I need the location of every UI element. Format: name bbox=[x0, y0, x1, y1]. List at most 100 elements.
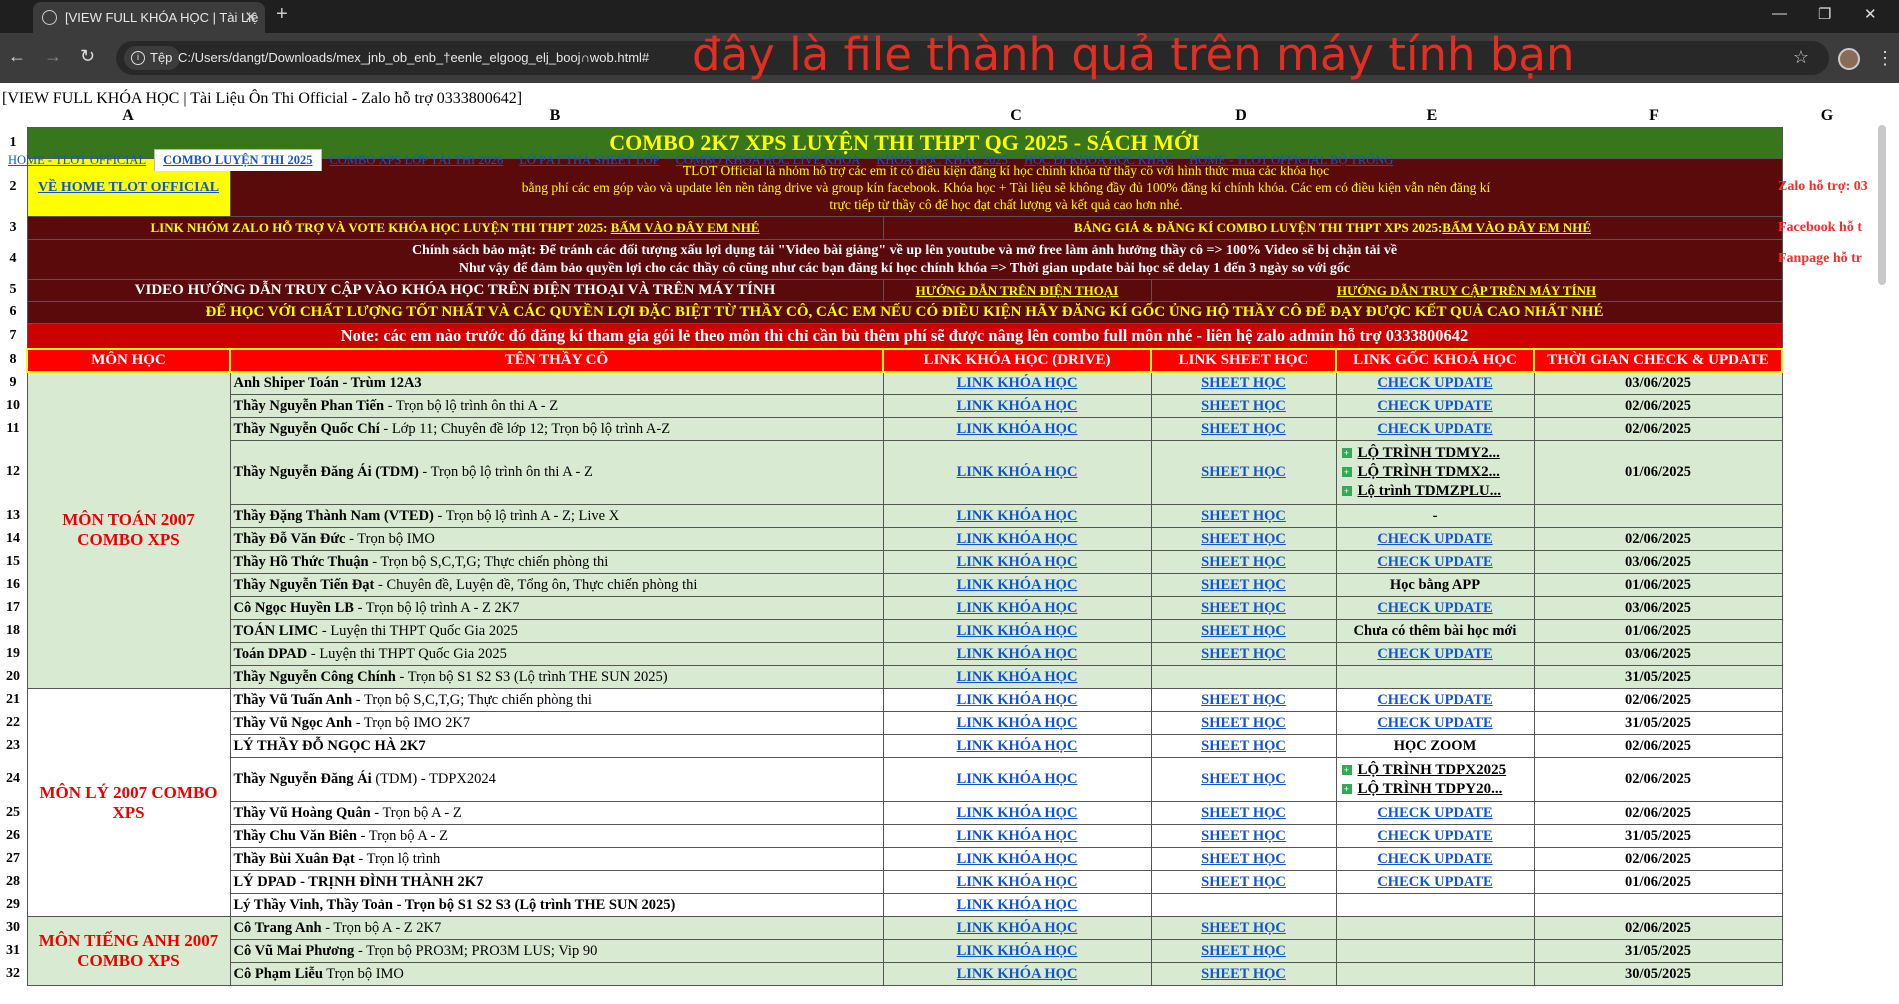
check-update-link[interactable]: CHECK UPDATE bbox=[1335, 371, 1535, 395]
course-link[interactable]: LINK KHÓA HỌC bbox=[882, 665, 1152, 689]
sheet-link[interactable]: SHEET HỌC bbox=[1150, 847, 1337, 871]
check-update-link[interactable]: CHECK UPDATE bbox=[1335, 711, 1535, 735]
course-link[interactable]: LINK KHÓA HỌC bbox=[882, 394, 1152, 418]
site-info-chip[interactable]: i Tệp bbox=[124, 46, 181, 70]
plus-icon: + bbox=[1341, 467, 1352, 477]
side-fanpage[interactable]: Fanpage hỗ tr bbox=[1778, 251, 1878, 267]
course-link[interactable]: LINK KHÓA HỌC bbox=[882, 893, 1152, 917]
course-link[interactable]: LINK KHÓA HỌC bbox=[882, 642, 1152, 666]
course-link[interactable]: LINK KHÓA HỌC bbox=[882, 870, 1152, 894]
url-text[interactable]: C:/Users/dangt/Downloads/mex_jnb_ob_enb_… bbox=[178, 50, 649, 65]
address-bar[interactable]: i Tệp C:/Users/dangt/Downloads/mex_jnb_o… bbox=[116, 41, 1829, 75]
sheet-link[interactable]: SHEET HỌC bbox=[1150, 870, 1337, 894]
minimize-icon[interactable]: — bbox=[1772, 5, 1787, 22]
back-icon[interactable]: ← bbox=[8, 46, 26, 67]
sheet-link[interactable]: SHEET HỌC bbox=[1150, 504, 1337, 528]
sheet-link[interactable]: SHEET HỌC bbox=[1150, 734, 1337, 758]
check-update-link[interactable]: CHECK UPDATE bbox=[1335, 801, 1535, 825]
sheet-link[interactable]: SHEET HỌC bbox=[1150, 642, 1337, 666]
browser-menu-icon[interactable]: ⋮ bbox=[1876, 48, 1894, 69]
sheet-tab[interactable]: HỌC ĐI KHÓA HỌC KHÁC bbox=[1016, 150, 1181, 171]
check-update-link[interactable]: CHECK UPDATE bbox=[1335, 394, 1535, 418]
forward-icon[interactable]: → bbox=[44, 46, 62, 67]
sheet-tab[interactable]: COMBO XPS LỚP TÀI THI 2026 bbox=[322, 150, 512, 171]
sheet-link[interactable]: SHEET HỌC bbox=[1150, 550, 1337, 574]
check-update-link[interactable]: CHECK UPDATE bbox=[1335, 824, 1535, 848]
course-link[interactable]: LINK KHÓA HỌC bbox=[882, 573, 1152, 597]
profile-avatar[interactable] bbox=[1838, 48, 1860, 70]
course-link[interactable]: LINK KHÓA HỌC bbox=[882, 417, 1152, 441]
sheet-link[interactable]: SHEET HỌC bbox=[1150, 916, 1337, 940]
sheet-link[interactable]: SHEET HỌC bbox=[1150, 527, 1337, 551]
check-update-link[interactable]: CHECK UPDATE bbox=[1335, 642, 1535, 666]
course-link[interactable]: LINK KHÓA HỌC bbox=[882, 504, 1152, 528]
course-link[interactable]: LINK KHÓA HỌC bbox=[882, 962, 1152, 986]
browser-tab[interactable]: [VIEW FULL KHÓA HỌC | Tài Liệ ✕ bbox=[33, 2, 265, 33]
course-link[interactable]: LINK KHÓA HỌC bbox=[882, 371, 1152, 395]
check-update-link[interactable]: CHECK UPDATE bbox=[1335, 527, 1535, 551]
course-link[interactable]: LINK KHÓA HỌC bbox=[882, 688, 1152, 712]
course-link[interactable]: LINK KHÓA HỌC bbox=[882, 550, 1152, 574]
new-tab-button[interactable]: + bbox=[276, 3, 288, 26]
check-update-link[interactable]: CHECK UPDATE bbox=[1335, 870, 1535, 894]
course-link[interactable]: LINK KHÓA HỌC bbox=[882, 916, 1152, 940]
program-chip[interactable]: + LỘ TRÌNH TDMY2... bbox=[1340, 444, 1531, 463]
sheet-tab[interactable]: HOME - TLOT OFFICIAL bbox=[0, 150, 154, 171]
program-chip[interactable]: + LỘ TRÌNH TDPY20... bbox=[1340, 780, 1531, 799]
course-link[interactable]: LINK KHÓA HỌC bbox=[882, 847, 1152, 871]
home-link[interactable]: VỀ HOME TLOT OFFICIAL bbox=[31, 179, 227, 196]
course-link[interactable]: LINK KHÓA HỌC bbox=[882, 711, 1152, 735]
zalo-group-link[interactable]: BẤM VÀO ĐÂY EM NHÉ bbox=[611, 220, 760, 235]
course-link[interactable]: LINK KHÓA HỌC bbox=[882, 824, 1152, 848]
course-link[interactable]: LINK KHÓA HỌC bbox=[882, 734, 1152, 758]
sheet-link[interactable]: SHEET HỌC bbox=[1150, 824, 1337, 848]
sheet-link[interactable]: SHEET HỌC bbox=[1150, 711, 1337, 735]
sheet-tab[interactable]: HOME - TLOT OFFICIAL BỘ TRỐNG bbox=[1181, 150, 1401, 171]
check-update-link[interactable]: CHECK UPDATE bbox=[1335, 417, 1535, 441]
sheet-tab[interactable]: KHÓA HỌC KHÁC 2025 bbox=[868, 150, 1016, 171]
guide-pc-link[interactable]: HƯỚNG DẪN TRUY CẬP TRÊN MÁY TÍNH bbox=[1150, 279, 1783, 302]
sheet-link[interactable]: SHEET HỌC bbox=[1150, 939, 1337, 963]
table-row: Cô Phạm Liễu Trọn bộ IMO LINK KHÓA HỌC SHE… bbox=[27, 962, 1783, 986]
close-window-icon[interactable]: ✕ bbox=[1864, 5, 1877, 23]
course-link[interactable]: LINK KHÓA HỌC bbox=[882, 596, 1152, 620]
course-link[interactable]: LINK KHÓA HỌC bbox=[882, 801, 1152, 825]
close-tab-icon[interactable]: ✕ bbox=[244, 2, 257, 33]
bookmark-star-icon[interactable]: ☆ bbox=[1793, 47, 1809, 68]
course-link[interactable]: LINK KHÓA HỌC bbox=[882, 619, 1152, 643]
program-chip[interactable]: + Lộ trình TDMZPLU... bbox=[1340, 482, 1531, 501]
sheet-link[interactable]: SHEET HỌC bbox=[1150, 596, 1337, 620]
course-link[interactable]: LINK KHÓA HỌC bbox=[882, 939, 1152, 963]
sheet-link[interactable]: SHEET HỌC bbox=[1150, 371, 1337, 395]
course-link[interactable]: LINK KHÓA HỌC bbox=[882, 527, 1152, 551]
teacher-name: Thầy Hồ Thức Thuận - Trọn bộ S,C,T,G; Th… bbox=[229, 550, 884, 574]
sheet-link[interactable]: SHEET HỌC bbox=[1150, 440, 1337, 505]
check-update-link[interactable]: CHECK UPDATE bbox=[1335, 847, 1535, 871]
sheet-link[interactable]: SHEET HỌC bbox=[1150, 757, 1337, 802]
program-chip[interactable]: + LỘ TRÌNH TDMX2... bbox=[1340, 463, 1531, 482]
course-link[interactable]: LINK KHÓA HỌC bbox=[882, 757, 1152, 802]
course-link[interactable]: LINK KHÓA HỌC bbox=[882, 440, 1152, 505]
row-number: 14 bbox=[6, 531, 20, 546]
reload-icon[interactable]: ↻ bbox=[80, 46, 95, 67]
sheet-tab[interactable]: COMBO KHÓA HỌC LIVE KHÓA bbox=[668, 150, 869, 171]
price-link[interactable]: BẤM VÀO ĐÂY EM NHÉ bbox=[1442, 220, 1591, 235]
side-zalo[interactable]: Zalo hỗ trợ: 03 bbox=[1778, 179, 1878, 195]
check-update-link[interactable]: CHECK UPDATE bbox=[1335, 688, 1535, 712]
sheet-link[interactable]: SHEET HỌC bbox=[1150, 573, 1337, 597]
side-facebook[interactable]: Facebook hỗ t bbox=[1778, 220, 1878, 236]
sheet-link[interactable]: SHEET HỌC bbox=[1150, 801, 1337, 825]
check-update-link[interactable]: CHECK UPDATE bbox=[1335, 550, 1535, 574]
guide-phone-link[interactable]: HƯỚNG DẪN TRÊN ĐIỆN THOẠI bbox=[882, 279, 1152, 302]
sheet-tab[interactable]: LỚ PẢT THẢ SHEET LỚP bbox=[511, 150, 667, 171]
sheet-link[interactable]: SHEET HỌC bbox=[1150, 962, 1337, 986]
vertical-scrollbar[interactable] bbox=[1878, 125, 1886, 285]
sheet-tab[interactable]: COMBO LUYỆN THI 2025 bbox=[154, 149, 322, 171]
sheet-link[interactable]: SHEET HỌC bbox=[1150, 417, 1337, 441]
program-chip[interactable]: + LỘ TRÌNH TDPX2025 bbox=[1340, 761, 1531, 780]
sheet-link[interactable]: SHEET HỌC bbox=[1150, 619, 1337, 643]
sheet-link[interactable]: SHEET HỌC bbox=[1150, 394, 1337, 418]
check-update-link[interactable]: CHECK UPDATE bbox=[1335, 596, 1535, 620]
restore-icon[interactable]: ❐ bbox=[1818, 5, 1831, 23]
sheet-link[interactable]: SHEET HỌC bbox=[1150, 688, 1337, 712]
